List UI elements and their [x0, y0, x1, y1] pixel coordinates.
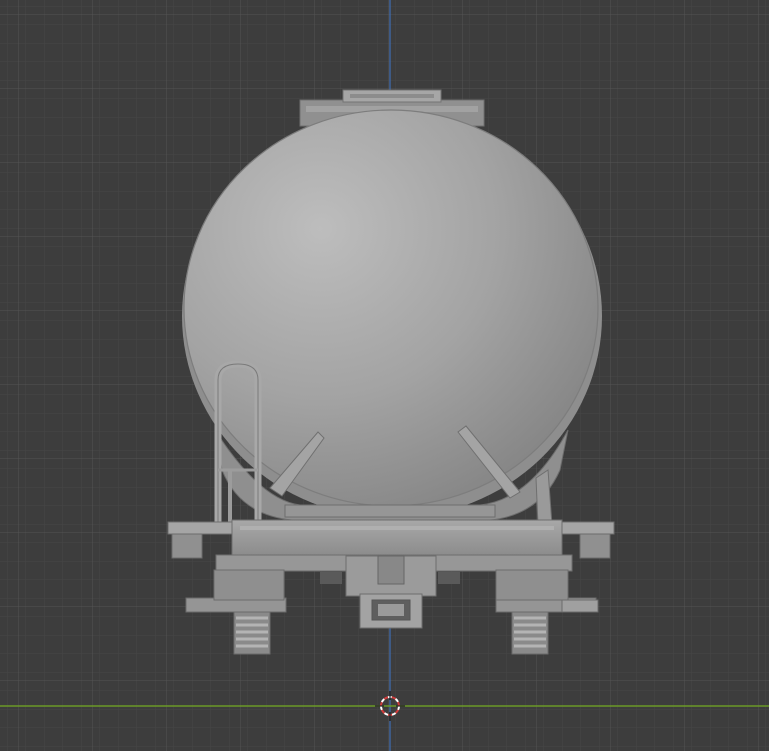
right-socket	[438, 572, 460, 584]
3d-viewport[interactable]	[0, 0, 769, 751]
left-socket	[320, 572, 342, 584]
viewport-canvas[interactable]	[0, 0, 769, 751]
center-coupler	[345, 555, 437, 629]
tank-body	[182, 109, 602, 518]
